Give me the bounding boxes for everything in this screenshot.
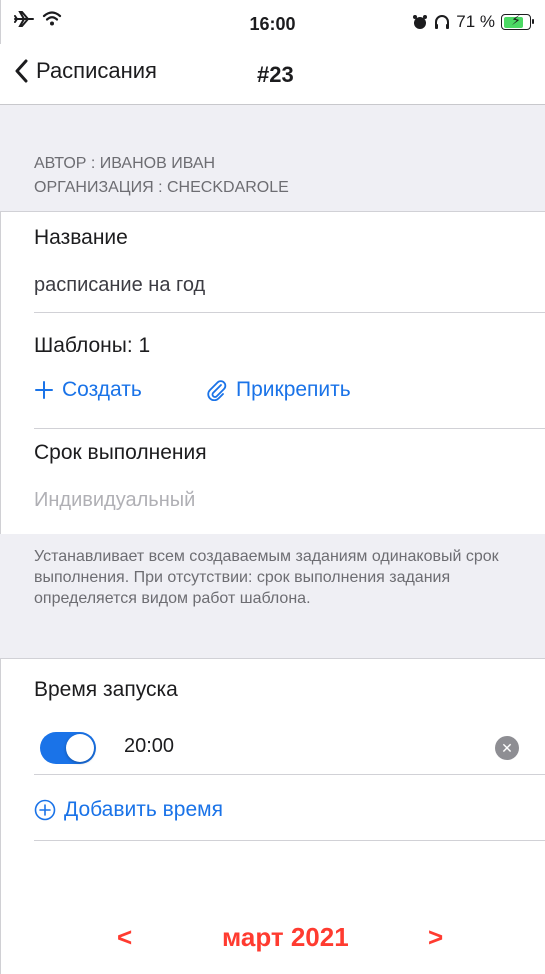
deadline-select[interactable]: Индивидуальный [34, 489, 195, 512]
status-bar: 16:00 71 % ⚡ [0, 0, 545, 44]
status-right: 71 % ⚡ [412, 12, 534, 32]
back-button[interactable]: Расписания [14, 58, 157, 84]
templates-label: Шаблоны: 1 [34, 334, 151, 357]
add-time-label: Добавить время [64, 798, 223, 821]
paperclip-icon [207, 380, 227, 401]
launch-time-label: Время запуска [34, 678, 178, 701]
clear-time-button[interactable]: ✕ [495, 736, 519, 760]
author-text: АВТОР : ИВАНОВ ИВАН [34, 155, 216, 172]
create-template-button[interactable]: Создать [34, 378, 142, 402]
attach-template-button[interactable]: Прикрепить [206, 378, 351, 402]
add-time-button[interactable]: Добавить время [34, 798, 223, 822]
navigation-bar: Расписания #23 [0, 44, 545, 105]
page-title: #23 [257, 62, 294, 87]
current-month-label: март 2021 [222, 922, 349, 952]
close-icon: ✕ [501, 740, 513, 756]
prev-month-button[interactable]: < [117, 922, 132, 953]
plus-icon [35, 381, 53, 399]
toggle-knob [66, 734, 94, 762]
next-month-button[interactable]: > [428, 922, 443, 953]
organization-text: ОРГАНИЗАЦИЯ : CHECKDAROLE [34, 179, 289, 196]
battery-percent: 71 % [456, 12, 495, 31]
deadline-note-section: Устанавливает всем создаваемым заданиям … [0, 534, 545, 659]
create-template-label: Создать [62, 378, 142, 401]
back-button-label: Расписания [36, 58, 157, 83]
meta-section: АВТОР : ИВАНОВ ИВАН ОРГАНИЗАЦИЯ : CHECKD… [0, 105, 545, 212]
alarm-icon [413, 15, 428, 29]
deadline-note-text: Устанавливает всем создаваемым заданиям … [34, 548, 499, 607]
plus-circle-icon [34, 799, 56, 821]
deadline-label: Срок выполнения [34, 441, 207, 464]
launch-time-toggle[interactable] [40, 732, 96, 764]
chevron-left-icon [15, 59, 28, 83]
divider [34, 428, 545, 429]
attach-template-label: Прикрепить [236, 378, 351, 401]
divider [34, 774, 545, 775]
name-value[interactable]: расписание на год [34, 274, 205, 297]
divider [34, 840, 545, 841]
headphones-icon [435, 15, 450, 29]
launch-time-value[interactable]: 20:00 [124, 735, 174, 758]
battery-charging-icon: ⚡ [501, 12, 534, 30]
divider [34, 312, 545, 313]
name-label: Название [34, 226, 128, 249]
